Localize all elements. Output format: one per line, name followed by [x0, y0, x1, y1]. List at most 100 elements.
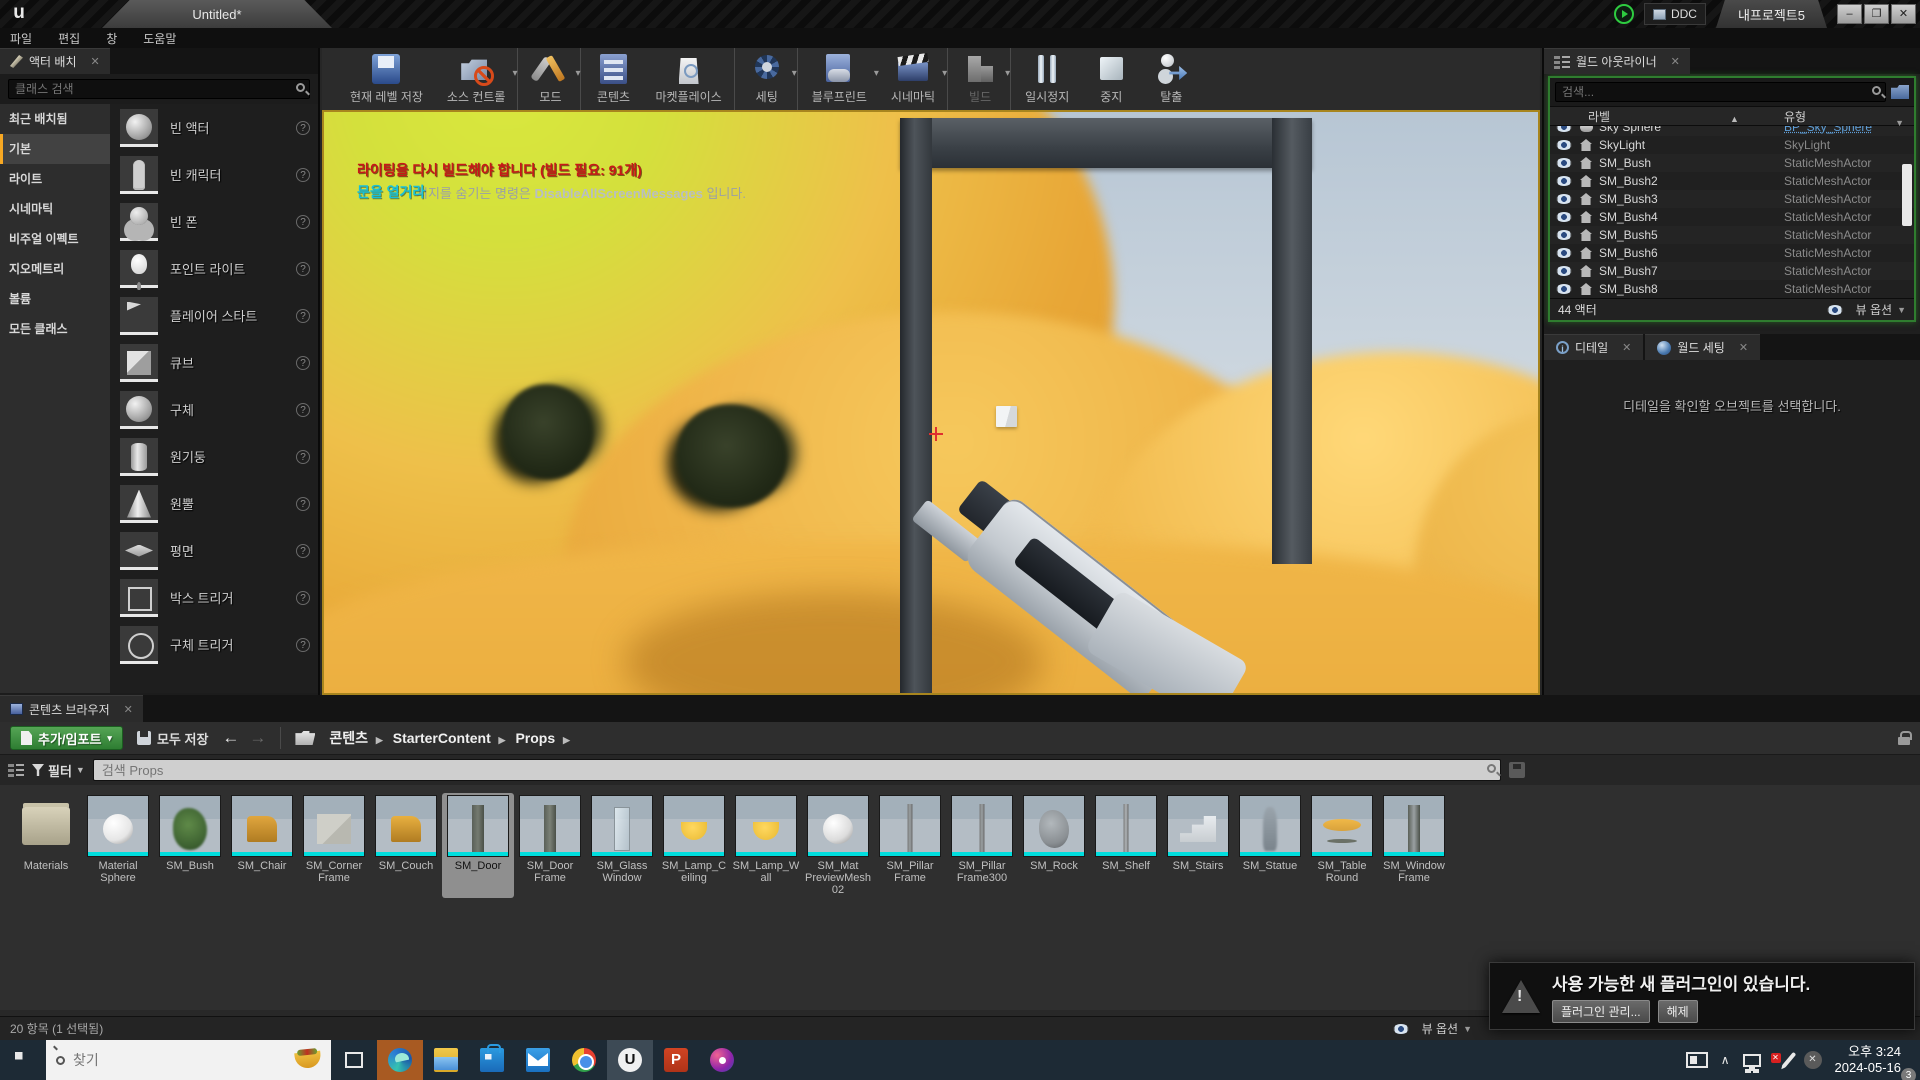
category-item[interactable]: 비주얼 이펙트 — [0, 224, 110, 254]
toolbar-button[interactable]: 마켓플레이스 — [643, 48, 734, 110]
level-viewport[interactable]: 라이팅을 다시 빌드해야 합니다 (빌드 필요: 91개) 문을 열거라 시지를… — [322, 110, 1540, 695]
asset-tile[interactable]: Material Sphere — [82, 793, 154, 898]
close-icon[interactable]: ✕ — [1622, 341, 1631, 354]
details-tab[interactable]: 디테일 ✕ — [1544, 334, 1643, 360]
add-import-button[interactable]: 추가/임포트 ▾ — [10, 726, 123, 750]
toolbar-button[interactable]: 소스 컨트롤 — [435, 48, 519, 110]
network-icon[interactable] — [1743, 1054, 1761, 1067]
visibility-eye-icon[interactable] — [1556, 230, 1572, 240]
news-widget-icon[interactable] — [1686, 1052, 1708, 1068]
save-search-icon[interactable] — [1509, 762, 1525, 778]
close-icon[interactable]: ✕ — [91, 55, 100, 68]
asset-tile[interactable]: SM_Glass Window — [586, 793, 658, 898]
outliner-row[interactable]: SM_Bush2 StaticMeshActor — [1550, 172, 1914, 190]
menu-item[interactable]: 편집 — [58, 30, 80, 47]
outliner-row[interactable]: SkyLight SkyLight — [1550, 136, 1914, 154]
asset-tile[interactable]: SM_Lamp_Wall — [730, 793, 802, 898]
visibility-eye-icon[interactable] — [1556, 176, 1572, 186]
world-settings-tab[interactable]: 월드 세팅 ✕ — [1645, 334, 1760, 360]
asset-tile[interactable]: SM_Couch — [370, 793, 442, 898]
asset-tile[interactable]: SM_Lamp_Ceiling — [658, 793, 730, 898]
toolbar-button[interactable]: 세팅 — [737, 48, 798, 110]
taskbar-clock[interactable]: 오후 3:24 2024-05-16 — [1835, 1044, 1902, 1076]
asset-tile[interactable]: SM_Rock — [1018, 793, 1090, 898]
visibility-eye-icon[interactable] — [1556, 126, 1572, 132]
class-search-input[interactable] — [9, 80, 309, 98]
taskbar-app-paint[interactable] — [699, 1040, 745, 1080]
outliner-row[interactable]: SM_Bush6 StaticMeshActor — [1550, 244, 1914, 262]
asset-tile[interactable]: SM_Table Round — [1306, 793, 1378, 898]
visibility-eye-icon[interactable] — [1556, 248, 1572, 258]
outliner-row[interactable]: SM_Bush4 StaticMeshActor — [1550, 208, 1914, 226]
sources-panel-icon[interactable] — [8, 763, 24, 777]
visibility-eye-icon[interactable] — [1556, 266, 1572, 276]
toolbar-button[interactable]: 빌드 — [950, 48, 1011, 110]
taskbar-app-mail[interactable] — [515, 1040, 561, 1080]
maximize-button[interactable]: ❐ — [1864, 4, 1889, 24]
asset-tile[interactable]: SM_Bush — [154, 793, 226, 898]
visibility-eye-icon[interactable] — [1556, 212, 1572, 222]
category-item[interactable]: 최근 배치됨 — [0, 104, 110, 134]
close-icon[interactable]: ✕ — [124, 703, 133, 716]
asset-tile[interactable]: SM_Pillar Frame300 — [946, 793, 1018, 898]
place-actor-item[interactable]: 구체 — [110, 386, 318, 433]
outliner-row[interactable]: SM_Bush5 StaticMeshActor — [1550, 226, 1914, 244]
content-browser-tab[interactable]: 콘텐츠 브라우저 ✕ — [0, 695, 143, 722]
toolbar-button[interactable]: 현재 레벨 저장 — [338, 48, 435, 110]
project-tab[interactable]: 내프로젝트5 — [1716, 0, 1827, 28]
tray-expand-icon[interactable]: ∧ — [1721, 1053, 1730, 1067]
toolbar-button[interactable]: 탈출 — [1141, 48, 1201, 110]
asset-tile[interactable]: SM_Mat PreviewMesh 02 — [802, 793, 874, 898]
dismiss-button[interactable]: 해제 — [1658, 1000, 1698, 1023]
asset-tile[interactable]: SM_Window Frame — [1378, 793, 1450, 898]
asset-tile[interactable]: SM_Door — [442, 793, 514, 898]
taskbar-app-file-explorer[interactable] — [423, 1040, 469, 1080]
place-actor-item[interactable]: 빈 액터 — [110, 104, 318, 151]
breadcrumb-item[interactable]: StarterContent — [393, 730, 491, 746]
outliner-view-options[interactable]: 뷰 옵션▼ — [1821, 301, 1906, 318]
filter-button[interactable]: 필터 ▼ — [32, 761, 85, 780]
place-actors-tab[interactable]: 액터 배치 ✕ — [0, 48, 110, 74]
taskbar-app-microsoft-store[interactable] — [469, 1040, 515, 1080]
category-item[interactable]: 라이트 — [0, 164, 110, 194]
asset-tile[interactable]: SM_Chair — [226, 793, 298, 898]
document-tab[interactable]: Untitled* — [102, 0, 332, 28]
asset-tile[interactable]: SM_Pillar Frame — [874, 793, 946, 898]
toolbar-button[interactable]: 모드 — [520, 48, 581, 110]
breadcrumb-item[interactable]: Props — [515, 730, 555, 746]
launcher-status-icon[interactable] — [1614, 4, 1634, 24]
visibility-eye-icon[interactable] — [1556, 140, 1572, 150]
place-actor-item[interactable]: 빈 캐릭터 — [110, 151, 318, 198]
menu-item[interactable]: 도움말 — [143, 30, 176, 47]
taskbar-app-powerpoint[interactable] — [653, 1040, 699, 1080]
task-view-icon[interactable] — [345, 1052, 363, 1068]
pen-icon[interactable] — [1781, 1052, 1796, 1068]
taskbar-app-chrome[interactable] — [561, 1040, 607, 1080]
menu-item[interactable]: 창 — [106, 30, 117, 47]
asset-tile[interactable]: Materials — [10, 793, 82, 898]
taskbar-search[interactable] — [46, 1040, 331, 1080]
asset-search-input[interactable] — [94, 760, 1500, 780]
minimize-button[interactable]: – — [1837, 4, 1862, 24]
tray-close-icon[interactable]: ✕ — [1804, 1051, 1822, 1069]
place-actor-item[interactable]: 큐브 — [110, 339, 318, 386]
asset-tile[interactable]: SM_Statue — [1234, 793, 1306, 898]
label-column-header[interactable]: 라벨▲ — [1550, 107, 1784, 125]
taskbar-app-unreal-engine[interactable] — [607, 1040, 653, 1080]
menu-item[interactable]: 파일 — [10, 30, 32, 47]
new-folder-icon[interactable] — [1891, 85, 1909, 99]
manage-plugins-button[interactable]: 플러그인 관리... — [1552, 1000, 1650, 1023]
taskbar-app-edge[interactable] — [377, 1040, 423, 1080]
place-actor-item[interactable]: 플레이어 스타트 — [110, 292, 318, 339]
outliner-row[interactable]: SM_Bush3 StaticMeshActor — [1550, 190, 1914, 208]
toolbar-button[interactable]: 시네마틱 — [879, 48, 948, 110]
breadcrumb-item[interactable]: 콘텐츠 — [329, 730, 368, 746]
category-item[interactable]: 모든 클래스 — [0, 314, 110, 344]
asset-tile[interactable]: SM_Corner Frame — [298, 793, 370, 898]
place-actor-item[interactable]: 원뿔 — [110, 480, 318, 527]
outliner-row[interactable]: SM_Bush7 StaticMeshActor — [1550, 262, 1914, 280]
place-actor-item[interactable]: 원기둥 — [110, 433, 318, 480]
category-item[interactable]: 지오메트리 — [0, 254, 110, 284]
category-item[interactable]: 기본 — [0, 134, 110, 164]
type-column-header[interactable]: 유형▼ — [1784, 107, 1914, 125]
